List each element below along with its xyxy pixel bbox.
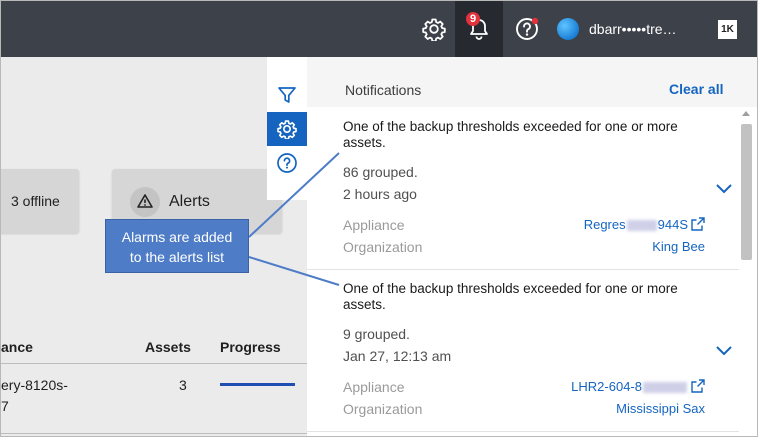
column-assets[interactable]: Assets xyxy=(145,339,191,355)
row-progress-bar xyxy=(220,383,295,386)
external-link-icon xyxy=(691,379,705,393)
panel-header: Notifications Clear all xyxy=(307,57,757,107)
column-appliance[interactable]: ance xyxy=(1,339,33,355)
gear-icon xyxy=(422,18,446,41)
callout-line-2: to the alerts list xyxy=(129,249,225,265)
callout-line-1: Alarms are added xyxy=(121,229,233,245)
help-icon xyxy=(277,153,297,173)
appliance-label: Appliance xyxy=(343,217,405,233)
help-icon xyxy=(516,17,539,40)
appliance-link[interactable]: Regres 944S xyxy=(584,217,705,232)
notification-grouped: 9 grouped. xyxy=(343,326,410,342)
brand-logo: 1K xyxy=(718,20,737,39)
notification-item[interactable]: One of the backup thresholds exceeded fo… xyxy=(307,107,739,269)
table-header-divider xyxy=(1,363,307,364)
alerts-label: Alerts xyxy=(169,193,210,210)
offline-count: 3 offline xyxy=(11,193,60,209)
organization-label: Organization xyxy=(343,239,423,255)
row-appliance-name[interactable]: ery-8120s- xyxy=(1,377,68,393)
notification-time: Jan 27, 12:13 am xyxy=(343,348,452,364)
chevron-down-icon[interactable] xyxy=(715,183,733,195)
app-window: 9 dbarr•••••tre… 1K 3 offline Alerts anc xyxy=(0,0,758,437)
offline-card[interactable]: 3 offline xyxy=(1,169,79,233)
scroll-up-arrow[interactable] xyxy=(742,111,750,116)
table-row-divider xyxy=(1,433,307,434)
notification-item[interactable]: One of the backup thresholds exceeded fo… xyxy=(307,269,739,431)
top-bar: 9 dbarr•••••tre… 1K xyxy=(1,1,757,57)
settings-button[interactable] xyxy=(414,1,454,57)
appliance-value-end: 944S xyxy=(657,217,688,232)
clear-all-link[interactable]: Clear all xyxy=(669,81,723,97)
column-progress[interactable]: Progress xyxy=(220,339,281,355)
scrollbar-thumb[interactable] xyxy=(741,124,752,260)
notification-grouped: 86 grouped. xyxy=(343,164,418,180)
panel-rail xyxy=(267,57,307,200)
warning-icon xyxy=(130,187,160,217)
chevron-down-icon[interactable] xyxy=(715,345,733,357)
callout-annotation: Alarms are added to the alerts list xyxy=(105,219,249,273)
notification-divider xyxy=(307,431,739,432)
appliance-value-start: LHR2-604-8 xyxy=(571,379,642,394)
row-appliance-name-cont: 7 xyxy=(1,398,9,414)
notification-count-badge: 9 xyxy=(466,12,481,26)
organization-label: Organization xyxy=(343,401,423,417)
notification-title: One of the backup thresholds exceeded fo… xyxy=(343,119,678,150)
user-menu[interactable]: dbarr•••••tre… xyxy=(557,1,677,57)
organization-link[interactable]: King Bee xyxy=(652,239,705,254)
notifications-panel: Notifications Clear all One of the backu… xyxy=(307,57,757,436)
help-button[interactable] xyxy=(507,1,547,57)
gear-icon xyxy=(277,120,297,139)
external-link-icon xyxy=(691,217,705,231)
row-assets: 3 xyxy=(179,377,187,393)
notifications-button[interactable]: 9 xyxy=(455,1,503,57)
panel-help-button[interactable] xyxy=(267,146,307,180)
panel-settings-button[interactable] xyxy=(267,112,307,146)
notification-title: One of the backup thresholds exceeded fo… xyxy=(343,281,678,312)
filter-icon xyxy=(278,87,296,103)
username: dbarr•••••tre… xyxy=(589,21,677,37)
appliance-value-start: Regres xyxy=(583,217,626,232)
notification-time: 2 hours ago xyxy=(343,186,417,202)
appliance-link[interactable]: LHR2-604-8 xyxy=(571,379,705,394)
appliance-label: Appliance xyxy=(343,379,405,395)
organization-link[interactable]: Mississippi Sax xyxy=(616,401,705,416)
avatar xyxy=(557,18,579,40)
redacted-text xyxy=(626,220,657,232)
filter-button[interactable] xyxy=(267,78,307,112)
panel-title: Notifications xyxy=(345,82,422,98)
redacted-text xyxy=(643,382,687,394)
